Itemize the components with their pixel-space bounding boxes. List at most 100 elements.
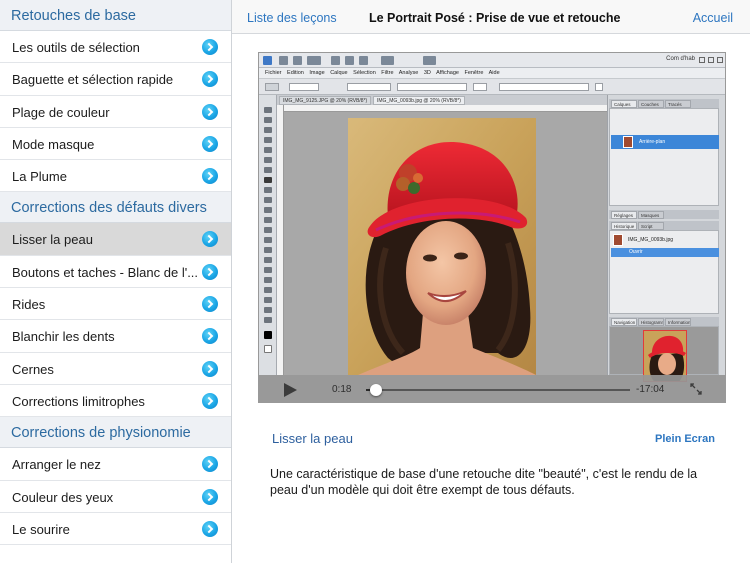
ps-doc-tab: IMG_MG_9125.JPG @ 20% (RVB/8*) bbox=[279, 96, 371, 105]
heal-tool-icon bbox=[264, 167, 272, 173]
screen-mode-icon bbox=[423, 56, 436, 65]
layer-name: Arrière-plan bbox=[639, 139, 666, 145]
lesson-item-rides[interactable]: Rides bbox=[0, 288, 231, 321]
progress-track[interactable] bbox=[366, 384, 630, 396]
pen-tool-icon bbox=[264, 247, 272, 253]
chevron-right-icon[interactable] bbox=[202, 328, 218, 345]
chevron-right-icon[interactable] bbox=[202, 263, 218, 280]
info-tab: Informations bbox=[665, 318, 691, 326]
type-tool-icon bbox=[264, 257, 272, 263]
lesson-item-label: Lisser la peau bbox=[12, 232, 93, 248]
histogram-tab: Histogramme bbox=[638, 318, 664, 326]
video-player[interactable]: Com d'hab Fichier Edition Image Calque S… bbox=[258, 52, 726, 403]
blur-tool-icon bbox=[264, 227, 272, 233]
path-select-icon bbox=[264, 267, 272, 273]
paths-tab: Tracés bbox=[665, 100, 691, 108]
lesson-item-plume[interactable]: La Plume bbox=[0, 160, 231, 193]
chevron-right-icon[interactable] bbox=[202, 488, 218, 505]
lesson-item-label: Arranger le nez bbox=[12, 457, 101, 473]
hand-tool-icon bbox=[264, 307, 272, 313]
section-header-corrections: Corrections des défauts divers bbox=[0, 192, 231, 224]
layers-tab: Calques bbox=[611, 100, 637, 108]
hand-icon bbox=[331, 56, 340, 65]
portrait-photo bbox=[348, 118, 536, 375]
ps-toolbox bbox=[259, 95, 277, 375]
lesson-item-boutons-taches[interactable]: Boutons et taches - Blanc de l'... bbox=[0, 256, 231, 289]
lesson-item-lisser-peau[interactable]: Lisser la peau bbox=[0, 223, 231, 256]
chevron-right-icon[interactable] bbox=[202, 103, 218, 120]
home-button[interactable]: Accueil bbox=[693, 11, 733, 25]
layer-thumbnail bbox=[623, 136, 633, 148]
lesson-item-label: Couleur des yeux bbox=[12, 489, 114, 505]
lasso-tool-icon bbox=[264, 127, 272, 133]
lesson-item-label: Cernes bbox=[12, 361, 54, 377]
ps-ruler-vertical bbox=[277, 105, 284, 375]
mini-bridge-icon bbox=[293, 56, 302, 65]
lesson-item-nez[interactable]: Arranger le nez bbox=[0, 448, 231, 481]
chevron-right-icon[interactable] bbox=[202, 296, 218, 313]
ps-menubar: Fichier Edition Image Calque Sélection F… bbox=[259, 68, 725, 79]
eyedropper-tool-icon bbox=[264, 157, 272, 163]
chevron-right-icon[interactable] bbox=[202, 168, 218, 185]
background-color-icon bbox=[264, 345, 272, 353]
ps-option-field bbox=[595, 83, 603, 91]
chevron-right-icon[interactable] bbox=[202, 231, 218, 248]
ps-ruler-horizontal bbox=[277, 105, 607, 112]
lesson-title: Lisser la peau bbox=[272, 431, 353, 446]
lesson-description: Une caractéristique de base d'une retouc… bbox=[270, 467, 698, 497]
workspace-label: Com d'hab bbox=[666, 56, 695, 62]
lessons-list-button[interactable]: Liste des leçons bbox=[247, 11, 337, 25]
lesson-item-baguette[interactable]: Baguette et sélection rapide bbox=[0, 63, 231, 96]
stamp-tool-icon bbox=[264, 187, 272, 193]
brush-tool-icon bbox=[265, 83, 279, 91]
chevron-right-icon[interactable] bbox=[202, 360, 218, 377]
lesson-item-outils-selection[interactable]: Les outils de sélection bbox=[0, 31, 231, 64]
scrubber-knob[interactable] bbox=[370, 384, 383, 396]
lesson-item-mode-masque[interactable]: Mode masque bbox=[0, 128, 231, 161]
lesson-item-label: Rides bbox=[12, 297, 46, 313]
lesson-item-plage-couleur[interactable]: Plage de couleur bbox=[0, 96, 231, 128]
3d-camera-icon bbox=[264, 297, 272, 303]
bridge-icon bbox=[279, 56, 288, 65]
lesson-item-sourire[interactable]: Le sourire bbox=[0, 513, 231, 546]
chevron-right-icon[interactable] bbox=[202, 71, 218, 88]
3d-tool-icon bbox=[264, 287, 272, 293]
lesson-item-couleur-yeux[interactable]: Couleur des yeux bbox=[0, 481, 231, 513]
gradient-tool-icon bbox=[264, 217, 272, 223]
lesson-item-label: La Plume bbox=[12, 169, 67, 185]
history-step-open: Ouvrir bbox=[611, 248, 719, 257]
lesson-item-label: Mode masque bbox=[12, 136, 95, 152]
lesson-sidebar: Retouches de base Les outils de sélectio… bbox=[0, 0, 232, 563]
adjustments-panel-tabs: Réglages Masques bbox=[609, 210, 719, 219]
lesson-item-cernes[interactable]: Cernes bbox=[0, 353, 231, 385]
layers-panel: Arrière-plan bbox=[609, 108, 719, 206]
ps-panels: Calques Couches Tracés Arrière-plan Régl… bbox=[607, 95, 725, 382]
portrait-image bbox=[348, 118, 536, 375]
lesson-item-label: Baguette et sélection rapide bbox=[12, 72, 174, 88]
history-file-name: IMG_MG_0093b.jpg bbox=[628, 237, 674, 243]
page-title: Le Portrait Posé : Prise de vue et retou… bbox=[369, 11, 621, 25]
foreground-color-icon bbox=[264, 331, 272, 339]
fullscreen-button[interactable]: Plein Ecran bbox=[655, 433, 715, 445]
zoom-tool-icon bbox=[264, 317, 272, 323]
lesson-item-corrections-limitrophes[interactable]: Corrections limitrophes bbox=[0, 385, 231, 418]
chevron-right-icon[interactable] bbox=[202, 135, 218, 152]
ps-logo-icon bbox=[263, 56, 272, 65]
marquee-tool-icon bbox=[264, 117, 272, 123]
lesson-item-label: Boutons et taches - Blanc de l'... bbox=[12, 264, 197, 280]
expand-icon[interactable] bbox=[690, 383, 702, 395]
lesson-item-label: Corrections limitrophes bbox=[12, 393, 145, 409]
script-tab: Script bbox=[638, 222, 664, 230]
chevron-right-icon[interactable] bbox=[202, 520, 218, 537]
chevron-right-icon[interactable] bbox=[202, 392, 218, 409]
elapsed-time: 0:18 bbox=[332, 384, 352, 395]
lesson-item-label: Plage de couleur bbox=[12, 104, 110, 120]
ps-option-field bbox=[347, 83, 391, 91]
play-button[interactable] bbox=[284, 383, 297, 397]
chevron-right-icon[interactable] bbox=[202, 39, 218, 55]
ps-app-bar: Com d'hab bbox=[259, 53, 725, 68]
history-snapshot-thumbnail bbox=[613, 234, 623, 246]
chevron-right-icon[interactable] bbox=[202, 456, 218, 473]
lesson-item-blanchir-dents[interactable]: Blanchir les dents bbox=[0, 320, 231, 353]
minimize-icon bbox=[699, 57, 705, 63]
